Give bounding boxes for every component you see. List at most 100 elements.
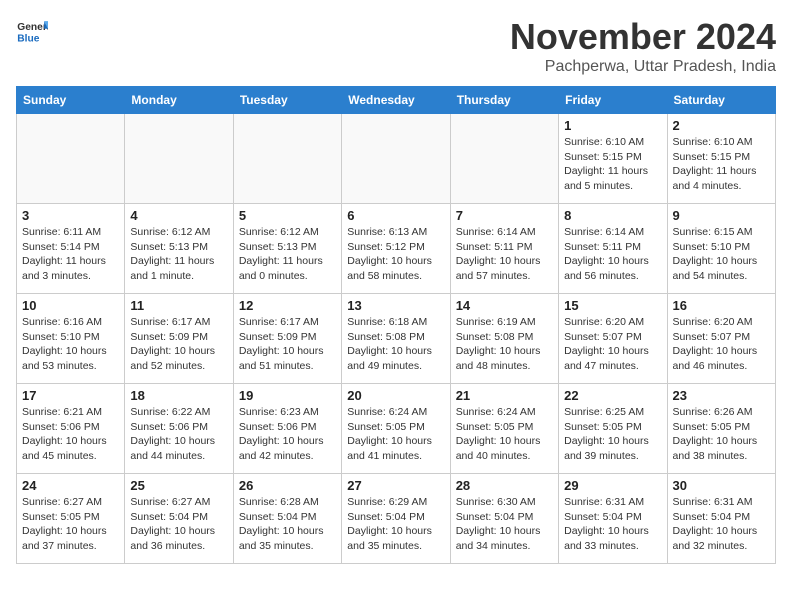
day-info: Sunrise: 6:24 AM Sunset: 5:05 PM Dayligh… xyxy=(347,405,444,464)
calendar-cell: 15 Sunrise: 6:20 AM Sunset: 5:07 PM Dayli… xyxy=(559,294,667,384)
day-info: Sunrise: 6:28 AM Sunset: 5:04 PM Dayligh… xyxy=(239,495,336,554)
day-number: 25 xyxy=(130,478,227,493)
day-number: 15 xyxy=(564,298,661,313)
day-info: Sunrise: 6:13 AM Sunset: 5:12 PM Dayligh… xyxy=(347,225,444,284)
day-number: 9 xyxy=(673,208,770,223)
day-number: 28 xyxy=(456,478,553,493)
day-info: Sunrise: 6:20 AM Sunset: 5:07 PM Dayligh… xyxy=(564,315,661,374)
day-number: 3 xyxy=(22,208,119,223)
day-number: 27 xyxy=(347,478,444,493)
day-number: 24 xyxy=(22,478,119,493)
location-title: Pachperwa, Uttar Pradesh, India xyxy=(510,58,776,76)
calendar-cell: 14 Sunrise: 6:19 AM Sunset: 5:08 PM Dayli… xyxy=(450,294,558,384)
calendar-cell: 1Sunrise: 6:10 AM Sunset: 5:15 PM Daylig… xyxy=(559,114,667,204)
calendar-cell xyxy=(450,114,558,204)
title-block: November 2024 Pachperwa, Uttar Pradesh, … xyxy=(510,16,776,76)
day-info: Sunrise: 6:17 AM Sunset: 5:09 PM Dayligh… xyxy=(130,315,227,374)
day-info: Sunrise: 6:14 AM Sunset: 5:11 PM Dayligh… xyxy=(564,225,661,284)
day-info: Sunrise: 6:29 AM Sunset: 5:04 PM Dayligh… xyxy=(347,495,444,554)
day-number: 23 xyxy=(673,388,770,403)
logo-icon: General Blue xyxy=(16,16,48,48)
calendar-cell: 6 Sunrise: 6:13 AM Sunset: 5:12 PM Daylig… xyxy=(342,204,450,294)
calendar-cell: 16Sunrise: 6:20 AM Sunset: 5:07 PM Dayli… xyxy=(667,294,775,384)
day-info: Sunrise: 6:18 AM Sunset: 5:08 PM Dayligh… xyxy=(347,315,444,374)
calendar-cell: 27 Sunrise: 6:29 AM Sunset: 5:04 PM Dayli… xyxy=(342,474,450,564)
day-info: Sunrise: 6:27 AM Sunset: 5:05 PM Dayligh… xyxy=(22,495,119,554)
weekday-header-monday: Monday xyxy=(125,87,233,114)
calendar-cell: 9 Sunrise: 6:15 AM Sunset: 5:10 PM Daylig… xyxy=(667,204,775,294)
day-number: 4 xyxy=(130,208,227,223)
calendar-table: SundayMondayTuesdayWednesdayThursdayFrid… xyxy=(16,86,776,564)
day-number: 26 xyxy=(239,478,336,493)
day-info: Sunrise: 6:31 AM Sunset: 5:04 PM Dayligh… xyxy=(564,495,661,554)
day-info: Sunrise: 6:24 AM Sunset: 5:05 PM Dayligh… xyxy=(456,405,553,464)
day-number: 19 xyxy=(239,388,336,403)
day-info: Sunrise: 6:21 AM Sunset: 5:06 PM Dayligh… xyxy=(22,405,119,464)
day-number: 11 xyxy=(130,298,227,313)
day-info: Sunrise: 6:12 AM Sunset: 5:13 PM Dayligh… xyxy=(239,225,336,284)
day-info: Sunrise: 6:19 AM Sunset: 5:08 PM Dayligh… xyxy=(456,315,553,374)
day-number: 5 xyxy=(239,208,336,223)
day-info: Sunrise: 6:15 AM Sunset: 5:10 PM Dayligh… xyxy=(673,225,770,284)
day-info: Sunrise: 6:30 AM Sunset: 5:04 PM Dayligh… xyxy=(456,495,553,554)
day-number: 21 xyxy=(456,388,553,403)
calendar-cell xyxy=(17,114,125,204)
day-number: 2 xyxy=(673,118,770,133)
calendar-cell: 19Sunrise: 6:23 AM Sunset: 5:06 PM Dayli… xyxy=(233,384,341,474)
calendar-cell: 29 Sunrise: 6:31 AM Sunset: 5:04 PM Dayli… xyxy=(559,474,667,564)
svg-text:Blue: Blue xyxy=(17,34,39,45)
weekday-header-friday: Friday xyxy=(559,87,667,114)
calendar-cell: 26 Sunrise: 6:28 AM Sunset: 5:04 PM Dayli… xyxy=(233,474,341,564)
day-number: 8 xyxy=(564,208,661,223)
day-number: 18 xyxy=(130,388,227,403)
day-number: 13 xyxy=(347,298,444,313)
month-title: November 2024 xyxy=(510,16,776,58)
calendar-cell: 28 Sunrise: 6:30 AM Sunset: 5:04 PM Dayli… xyxy=(450,474,558,564)
calendar-cell: 13 Sunrise: 6:18 AM Sunset: 5:08 PM Dayli… xyxy=(342,294,450,384)
weekday-header-row: SundayMondayTuesdayWednesdayThursdayFrid… xyxy=(17,87,776,114)
calendar-cell: 21 Sunrise: 6:24 AM Sunset: 5:05 PM Dayli… xyxy=(450,384,558,474)
weekday-header-thursday: Thursday xyxy=(450,87,558,114)
day-info: Sunrise: 6:11 AM Sunset: 5:14 PM Dayligh… xyxy=(22,225,119,284)
week-row-4: 17Sunrise: 6:21 AM Sunset: 5:06 PM Dayli… xyxy=(17,384,776,474)
svg-text:General: General xyxy=(17,22,48,33)
weekday-header-saturday: Saturday xyxy=(667,87,775,114)
calendar-cell: 12 Sunrise: 6:17 AM Sunset: 5:09 PM Dayli… xyxy=(233,294,341,384)
week-row-1: 1Sunrise: 6:10 AM Sunset: 5:15 PM Daylig… xyxy=(17,114,776,204)
calendar-cell: 17Sunrise: 6:21 AM Sunset: 5:06 PM Dayli… xyxy=(17,384,125,474)
day-info: Sunrise: 6:26 AM Sunset: 5:05 PM Dayligh… xyxy=(673,405,770,464)
day-info: Sunrise: 6:25 AM Sunset: 5:05 PM Dayligh… xyxy=(564,405,661,464)
calendar-cell: 2 Sunrise: 6:10 AM Sunset: 5:15 PM Daylig… xyxy=(667,114,775,204)
day-number: 12 xyxy=(239,298,336,313)
day-info: Sunrise: 6:27 AM Sunset: 5:04 PM Dayligh… xyxy=(130,495,227,554)
page-header: General Blue November 2024 Pachperwa, Ut… xyxy=(16,16,776,76)
day-info: Sunrise: 6:16 AM Sunset: 5:10 PM Dayligh… xyxy=(22,315,119,374)
calendar-cell: 22 Sunrise: 6:25 AM Sunset: 5:05 PM Dayli… xyxy=(559,384,667,474)
calendar-cell xyxy=(342,114,450,204)
week-row-5: 24 Sunrise: 6:27 AM Sunset: 5:05 PM Dayli… xyxy=(17,474,776,564)
day-info: Sunrise: 6:22 AM Sunset: 5:06 PM Dayligh… xyxy=(130,405,227,464)
weekday-header-sunday: Sunday xyxy=(17,87,125,114)
calendar-cell: 3 Sunrise: 6:11 AM Sunset: 5:14 PM Daylig… xyxy=(17,204,125,294)
day-info: Sunrise: 6:12 AM Sunset: 5:13 PM Dayligh… xyxy=(130,225,227,284)
day-number: 10 xyxy=(22,298,119,313)
day-number: 14 xyxy=(456,298,553,313)
day-info: Sunrise: 6:14 AM Sunset: 5:11 PM Dayligh… xyxy=(456,225,553,284)
weekday-header-wednesday: Wednesday xyxy=(342,87,450,114)
day-info: Sunrise: 6:17 AM Sunset: 5:09 PM Dayligh… xyxy=(239,315,336,374)
day-info: Sunrise: 6:10 AM Sunset: 5:15 PM Dayligh… xyxy=(673,135,770,194)
calendar-cell: 20 Sunrise: 6:24 AM Sunset: 5:05 PM Dayli… xyxy=(342,384,450,474)
calendar-cell xyxy=(125,114,233,204)
day-number: 22 xyxy=(564,388,661,403)
calendar-cell: 11 Sunrise: 6:17 AM Sunset: 5:09 PM Dayli… xyxy=(125,294,233,384)
calendar-cell: 18 Sunrise: 6:22 AM Sunset: 5:06 PM Dayli… xyxy=(125,384,233,474)
calendar-cell: 7Sunrise: 6:14 AM Sunset: 5:11 PM Daylig… xyxy=(450,204,558,294)
calendar-cell: 8 Sunrise: 6:14 AM Sunset: 5:11 PM Daylig… xyxy=(559,204,667,294)
day-number: 6 xyxy=(347,208,444,223)
day-number: 29 xyxy=(564,478,661,493)
calendar-cell: 24 Sunrise: 6:27 AM Sunset: 5:05 PM Dayli… xyxy=(17,474,125,564)
day-number: 16 xyxy=(673,298,770,313)
day-number: 20 xyxy=(347,388,444,403)
week-row-2: 3 Sunrise: 6:11 AM Sunset: 5:14 PM Daylig… xyxy=(17,204,776,294)
calendar-cell: 23 Sunrise: 6:26 AM Sunset: 5:05 PM Dayli… xyxy=(667,384,775,474)
